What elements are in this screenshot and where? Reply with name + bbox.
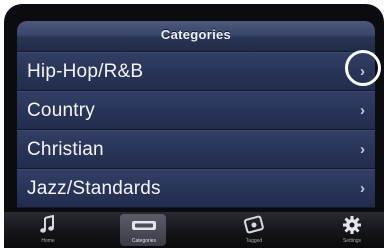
gear-icon bbox=[316, 215, 388, 235]
tab-label: Settings bbox=[342, 238, 362, 244]
category-label: Country bbox=[27, 100, 95, 121]
tab-bar: Home Categories Tagged Settings bbox=[4, 212, 384, 248]
category-row-hip-hop-rnb[interactable]: Hip-Hop/R&B › bbox=[17, 50, 381, 91]
music-note-icon bbox=[12, 214, 84, 235]
categories-icon bbox=[108, 215, 180, 235]
category-label: Christian bbox=[27, 139, 104, 160]
tab-settings[interactable]: Settings bbox=[316, 212, 388, 248]
page-title: Categories bbox=[160, 27, 232, 42]
tab-home[interactable]: Home bbox=[12, 212, 84, 248]
chevron-right-icon: › bbox=[360, 141, 365, 158]
navigation-header: Categories bbox=[17, 21, 375, 52]
tab-label: Tagged bbox=[245, 238, 263, 244]
tab-label: Categories bbox=[131, 238, 157, 244]
categories-list: Hip-Hop/R&B › Country › Christian › Jazz… bbox=[17, 50, 381, 208]
category-row-christian[interactable]: Christian › bbox=[17, 130, 375, 169]
tagged-icon bbox=[218, 215, 290, 235]
category-row-country[interactable]: Country › bbox=[17, 91, 375, 130]
chevron-right-icon: › bbox=[360, 102, 365, 119]
tab-label: Home bbox=[41, 238, 55, 244]
highlight-circle bbox=[345, 50, 381, 86]
category-row-jazz-standards[interactable]: Jazz/Standards › bbox=[17, 169, 375, 208]
category-label: Jazz/Standards bbox=[27, 178, 161, 199]
device-screen: Categories Hip-Hop/R&B › Country › Chris… bbox=[4, 4, 384, 246]
chevron-right-icon: › bbox=[360, 180, 365, 197]
tab-categories[interactable]: Categories bbox=[108, 212, 180, 248]
tab-tagged[interactable]: Tagged bbox=[218, 212, 290, 248]
category-label: Hip-Hop/R&B bbox=[27, 61, 144, 82]
